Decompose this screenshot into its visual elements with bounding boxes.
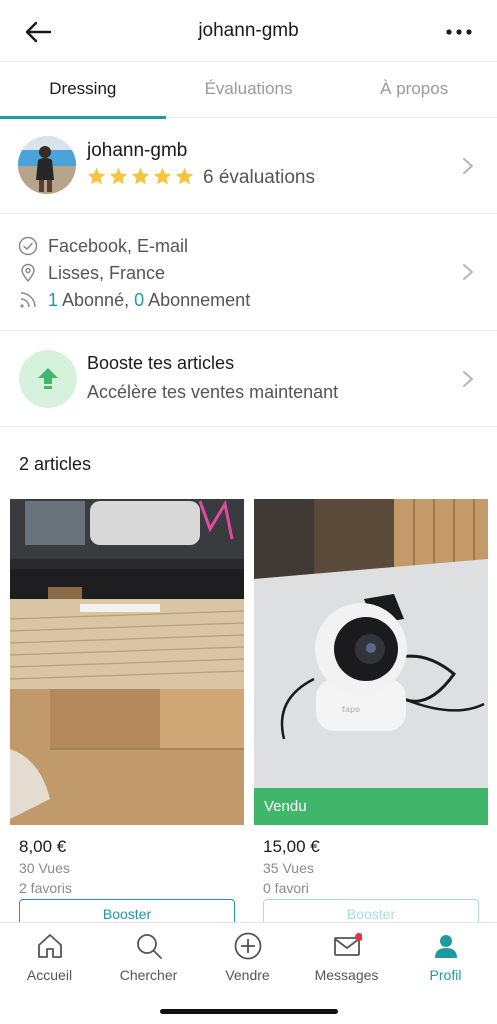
- article-views: 30 Vues: [19, 860, 70, 876]
- search-icon: [136, 934, 162, 959]
- chevron-right-icon: [463, 371, 473, 387]
- profile-info-row[interactable]: Facebook, E-mail Lisses, France 1 Abonné…: [0, 214, 497, 331]
- profile-summary-row[interactable]: johann-gmb 6 évaluations: [0, 118, 497, 214]
- avatar: [18, 136, 76, 194]
- nav-messages-label: Messages: [314, 967, 379, 983]
- article-photo[interactable]: [10, 499, 244, 825]
- more-dots-icon[interactable]: [443, 18, 475, 46]
- location-line: Lisses, France: [18, 261, 165, 285]
- rating-count: 6 évaluations: [203, 167, 315, 188]
- followers-label: Abonné,: [58, 289, 135, 310]
- check-circle-icon: [18, 236, 38, 256]
- star-icon: [175, 167, 194, 185]
- sold-badge: Vendu: [254, 788, 488, 825]
- article-card: tapo Vendu 15,00 € 35 Vues 0 favori Boos…: [254, 499, 488, 929]
- tab-dressing[interactable]: Dressing: [0, 62, 166, 119]
- article-card: 8,00 € 30 Vues 2 favoris Booster: [10, 499, 244, 929]
- boost-articles-banner[interactable]: Booste tes articles Accélère tes ventes …: [0, 331, 497, 427]
- followers-count[interactable]: 1: [48, 290, 58, 311]
- articles-count: 2 articles: [19, 454, 92, 474]
- star-icon: [87, 167, 106, 185]
- home-indicator: [160, 1009, 338, 1014]
- tab-evaluations[interactable]: Évaluations: [166, 62, 332, 117]
- rating-stars: [86, 166, 195, 187]
- profile-username: johann-gmb: [87, 140, 188, 161]
- verified-text: Facebook, E-mail: [48, 235, 189, 256]
- star-icon: [153, 167, 172, 185]
- plus-circle-icon: [234, 932, 261, 960]
- article-price: 8,00 €: [19, 837, 67, 856]
- top-bar: johann-gmb: [0, 0, 497, 62]
- article-views: 35 Vues: [263, 860, 314, 876]
- verified-line: Facebook, E-mail: [18, 234, 188, 258]
- svg-text:tapo: tapo: [342, 705, 360, 714]
- home-icon: [37, 934, 62, 958]
- page-title: johann-gmb: [198, 20, 299, 41]
- nav-profile-label: Profil: [429, 967, 462, 983]
- star-icon: [131, 167, 150, 185]
- chevron-right-icon: [463, 264, 473, 280]
- nav-sell-label: Vendre: [225, 967, 270, 983]
- article-photo[interactable]: tapo Vendu: [254, 499, 488, 825]
- nav-home[interactable]: Accueil: [0, 931, 99, 983]
- nav-search[interactable]: Chercher: [99, 931, 198, 983]
- article-price: 15,00 €: [263, 837, 320, 856]
- profile-icon: [434, 935, 457, 958]
- tab-about[interactable]: À propos: [331, 62, 497, 117]
- boost-icon-badge: [19, 350, 77, 408]
- article-favorites: 2 favoris: [19, 880, 72, 896]
- location-pin-icon: [21, 263, 35, 283]
- star-icon: [109, 167, 128, 185]
- article-favorites: 0 favori: [263, 880, 309, 896]
- bottom-navigation: Accueil Chercher Vendre Messages Profil: [0, 922, 497, 1024]
- boost-subtitle: Accélère tes ventes maintenant: [87, 382, 339, 402]
- followers-line: 1 Abonné, 0 Abonnement: [18, 288, 250, 312]
- rss-feed-icon: [20, 292, 36, 308]
- nav-profile[interactable]: Profil: [396, 931, 495, 983]
- nav-sell[interactable]: Vendre: [198, 931, 297, 983]
- following-label: Abonnement: [144, 289, 251, 310]
- profile-tabs: Dressing Évaluations À propos: [0, 62, 497, 119]
- boost-title: Booste tes articles: [87, 353, 235, 373]
- nav-home-label: Accueil: [26, 967, 73, 983]
- nav-search-label: Chercher: [119, 967, 178, 983]
- arrow-up-icon: [38, 368, 58, 389]
- chevron-right-icon: [463, 158, 473, 174]
- following-count[interactable]: 0: [134, 290, 144, 311]
- nav-messages[interactable]: Messages: [297, 931, 396, 983]
- mail-icon: [333, 933, 362, 956]
- location-text: Lisses, France: [48, 262, 166, 283]
